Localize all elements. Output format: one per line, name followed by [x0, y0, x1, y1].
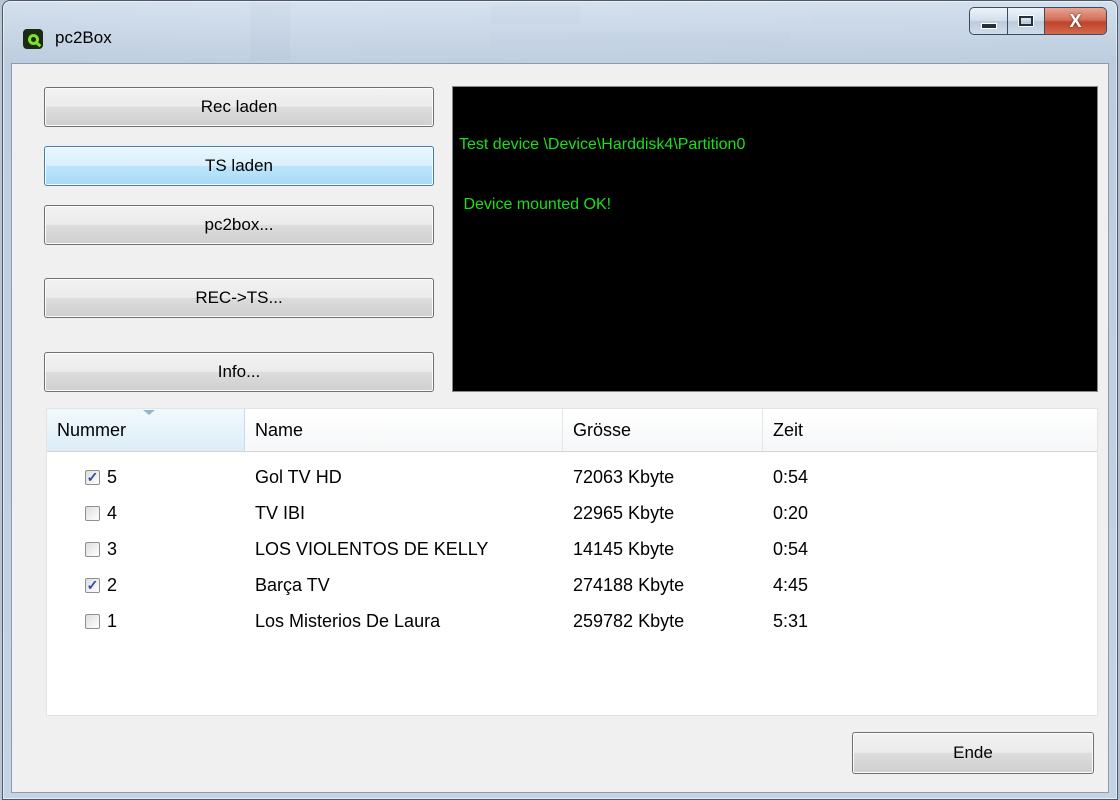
row-checkbox[interactable]: ✓: [85, 613, 100, 629]
close-icon: X: [1069, 10, 1082, 31]
checkmark-icon: ✓: [86, 576, 99, 593]
console-line: Test device \Device\Harddisk4\Partition0: [459, 136, 746, 153]
row-name: Gol TV HD: [255, 466, 342, 487]
checkmark-icon: ✓: [86, 468, 99, 485]
ende-button[interactable]: Ende: [852, 732, 1094, 774]
column-header-label: Name: [255, 419, 304, 440]
list-row[interactable]: ✓ 2 Barça TV 274188 Kbyte 4:45: [47, 567, 1097, 603]
row-nummer: 3: [107, 538, 118, 559]
maximize-button[interactable]: [1007, 7, 1045, 35]
column-header-label: Nummer: [57, 419, 127, 440]
row-name: LOS VIOLENTOS DE KELLY: [255, 538, 489, 559]
row-name: TV IBI: [255, 502, 306, 523]
window-title: pc2Box: [55, 28, 112, 47]
row-nummer: 5: [107, 466, 118, 487]
caption-buttons: X: [969, 7, 1107, 37]
maximize-icon: [1019, 16, 1033, 26]
row-groesse: 72063 Kbyte: [573, 466, 675, 487]
row-zeit: 4:45: [773, 574, 809, 595]
console-output[interactable]: Test device \Device\Harddisk4\Partition0…: [452, 86, 1098, 392]
info-button[interactable]: Info...: [44, 352, 434, 392]
column-header-nummer[interactable]: Nummer: [47, 409, 245, 451]
row-groesse: 14145 Kbyte: [573, 538, 675, 559]
rec-to-ts-button[interactable]: REC->TS...: [44, 278, 434, 318]
list-row[interactable]: ✓ 3 LOS VIOLENTOS DE KELLY 14145 Kbyte 0…: [47, 531, 1097, 567]
row-nummer: 2: [107, 574, 118, 595]
console-line: Device mounted OK!: [459, 196, 612, 213]
list-header: Nummer Name Grösse Zeit: [47, 409, 1097, 452]
row-zeit: 5:31: [773, 610, 809, 631]
title-bar[interactable]: pc2Box X: [3, 1, 1117, 61]
close-button[interactable]: X: [1045, 7, 1107, 35]
row-name: Barça TV: [255, 574, 330, 595]
list-row[interactable]: ✓ 4 TV IBI 22965 Kbyte 0:20: [47, 495, 1097, 531]
app-window: pc2Box X Rec laden TS laden pc2box... RE…: [2, 0, 1118, 800]
sort-arrow-icon: [143, 410, 155, 415]
row-checkbox[interactable]: ✓: [85, 576, 100, 593]
row-groesse: 259782 Kbyte: [573, 610, 685, 631]
row-nummer: 4: [107, 502, 118, 523]
row-groesse: 22965 Kbyte: [573, 502, 675, 523]
pc2box-button[interactable]: pc2box...: [44, 205, 434, 245]
column-header-zeit[interactable]: Zeit: [763, 409, 1097, 451]
row-zeit: 0:54: [773, 538, 809, 559]
row-checkbox[interactable]: ✓: [85, 541, 100, 557]
column-header-name[interactable]: Name: [245, 409, 563, 451]
row-name: Los Misterios De Laura: [255, 610, 441, 631]
minimize-icon: [980, 23, 997, 29]
row-checkbox[interactable]: ✓: [85, 505, 100, 521]
column-header-label: Zeit: [773, 419, 804, 440]
row-groesse: 274188 Kbyte: [573, 574, 685, 595]
list-row[interactable]: ✓ 5 Gol TV HD 72063 Kbyte 0:54: [47, 459, 1097, 495]
minimize-button[interactable]: [969, 7, 1007, 35]
client-area: Rec laden TS laden pc2box... REC->TS... …: [11, 63, 1109, 793]
rec-laden-button[interactable]: Rec laden: [44, 87, 434, 127]
pc2box-logo-icon[interactable]: [23, 29, 43, 49]
row-checkbox[interactable]: ✓: [85, 468, 100, 485]
ts-laden-button[interactable]: TS laden: [44, 146, 434, 186]
row-zeit: 0:54: [773, 466, 809, 487]
list-row[interactable]: ✓ 1 Los Misterios De Laura 259782 Kbyte …: [47, 603, 1097, 639]
recordings-list[interactable]: Nummer Name Grösse Zeit ✓ 5 Gol TV HD 72…: [46, 408, 1098, 716]
row-zeit: 0:20: [773, 502, 809, 523]
column-header-label: Grösse: [573, 419, 632, 440]
row-nummer: 1: [107, 610, 118, 631]
column-header-groesse[interactable]: Grösse: [563, 409, 763, 451]
